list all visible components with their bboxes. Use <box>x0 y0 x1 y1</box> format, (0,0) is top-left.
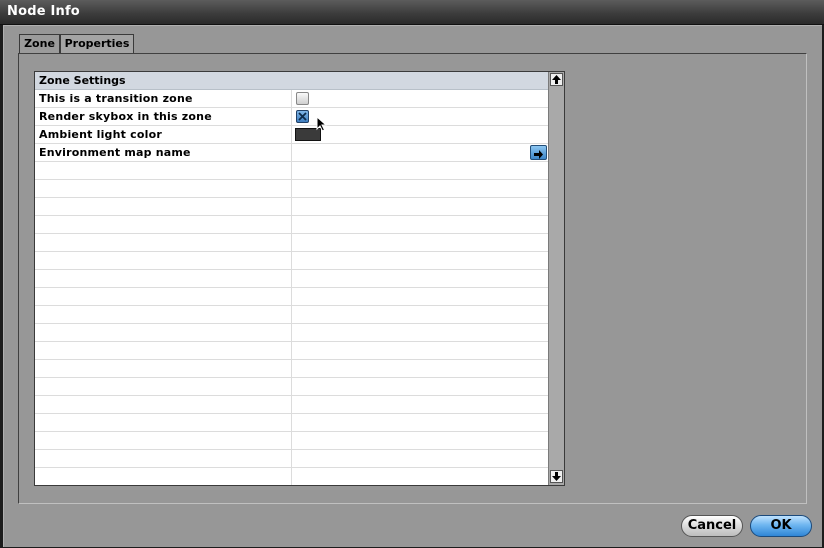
grid-header: Zone Settings <box>35 72 548 90</box>
tab-zone[interactable]: Zone <box>19 34 60 54</box>
empty-row <box>35 288 548 306</box>
empty-row <box>35 468 548 485</box>
empty-row <box>35 306 548 324</box>
empty-row <box>35 360 548 378</box>
scroll-down-button[interactable] <box>550 470 563 483</box>
render-skybox-checkbox[interactable] <box>296 110 309 123</box>
arrow-down-icon <box>552 472 561 481</box>
tab-properties[interactable]: Properties <box>60 34 134 53</box>
row-label: Ambient light color <box>39 128 162 141</box>
title-bar[interactable]: Node Info <box>0 0 824 25</box>
row-ambient-light: Ambient light color <box>35 126 548 144</box>
row-render-skybox: Render skybox in this zone <box>35 108 548 126</box>
empty-row <box>35 378 548 396</box>
scroll-up-button[interactable] <box>550 73 563 86</box>
arrow-up-icon <box>552 75 561 84</box>
window-title: Node Info <box>7 4 80 19</box>
row-transition-zone: This is a transition zone <box>35 90 548 108</box>
empty-row <box>35 414 548 432</box>
empty-row <box>35 432 548 450</box>
cancel-button[interactable]: Cancel <box>681 515 743 537</box>
empty-row <box>35 216 548 234</box>
row-environment-map: Environment map name <box>35 144 548 162</box>
empty-row <box>35 450 548 468</box>
environment-map-browse-button[interactable] <box>530 145 547 160</box>
empty-row <box>35 396 548 414</box>
ok-button[interactable]: OK <box>750 515 812 537</box>
tab-zone-label: Zone <box>24 37 55 50</box>
empty-row <box>35 234 548 252</box>
empty-row <box>35 252 548 270</box>
row-label: Render skybox in this zone <box>39 110 212 123</box>
empty-row <box>35 162 548 180</box>
row-label: This is a transition zone <box>39 92 193 105</box>
empty-row <box>35 270 548 288</box>
tab-properties-label: Properties <box>64 37 130 50</box>
empty-row <box>35 180 548 198</box>
zone-settings-grid: Zone Settings This is a transition zone … <box>34 71 565 486</box>
x-check-icon <box>298 112 307 121</box>
empty-row <box>35 198 548 216</box>
empty-row <box>35 342 548 360</box>
mouse-cursor-icon <box>316 116 328 132</box>
vertical-scrollbar[interactable] <box>548 72 564 485</box>
arrow-right-icon <box>534 150 543 159</box>
row-label: Environment map name <box>39 146 191 159</box>
empty-row <box>35 324 548 342</box>
transition-zone-checkbox[interactable] <box>296 92 309 105</box>
